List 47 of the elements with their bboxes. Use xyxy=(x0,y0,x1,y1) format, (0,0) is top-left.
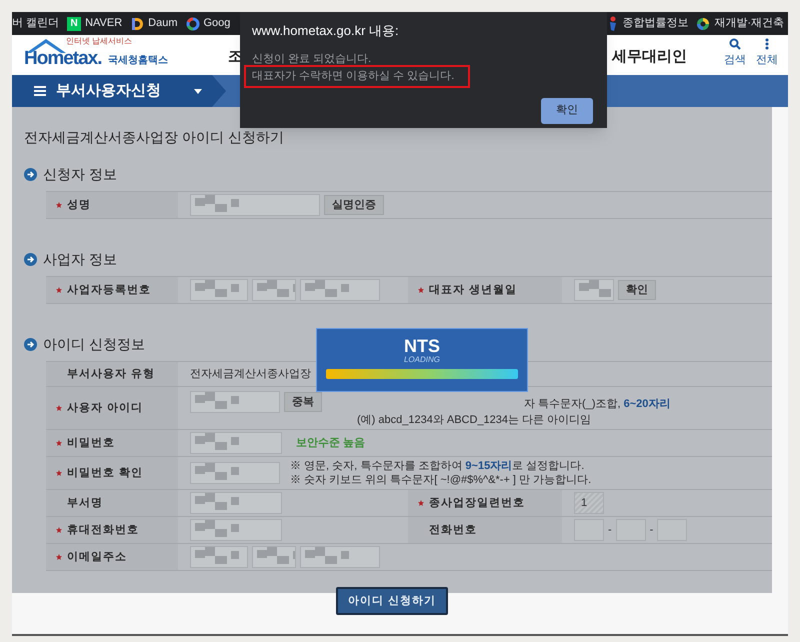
field-label: 대표자 생년월일 xyxy=(429,282,518,298)
section-title: 아이디 신청정보 xyxy=(43,335,145,354)
logo-korean-text: 국세청홈택스 xyxy=(108,54,168,68)
bookmark-link[interactable]: 종합법률정보 xyxy=(622,15,688,32)
bookmark-link[interactable]: 재개발·재건축 xyxy=(714,15,784,32)
hint-text: (예) abcd_1234와 ABCD_1234는 다른 아이디임 xyxy=(357,413,592,427)
field-label: 사용자 아이디 xyxy=(67,400,144,416)
ok-button[interactable]: 확인 xyxy=(541,98,593,124)
bookmark-link[interactable]: Goog xyxy=(204,15,230,32)
all-menu-button[interactable]: 전체 xyxy=(756,38,778,68)
bookmark-link[interactable]: Daum xyxy=(148,15,178,32)
section-title: 신청자 정보 xyxy=(43,165,117,184)
field-label: 사업자등록번호 xyxy=(67,282,151,298)
bookmark-link[interactable]: NAVER xyxy=(85,15,122,32)
field-label: 이메일주소 xyxy=(67,550,127,565)
dialog-message: 신청이 완료 되었습니다. xyxy=(252,52,372,66)
separator-text: - xyxy=(650,522,654,538)
field-label: 휴대전화번호 xyxy=(67,522,139,538)
hint-text: ※ 영문, 숫자, 특수문자를 조합하여 9~15자리로 설정합니다. xyxy=(290,459,586,473)
field-label: 성명 xyxy=(67,198,91,213)
section-title: 사업자 정보 xyxy=(43,250,117,269)
dialog-message: 대표자가 수락하면 이용하실 수 있습니다. xyxy=(246,67,468,86)
field-label: 비밀번호 xyxy=(67,436,115,451)
field-label: 종사업장일련번호 xyxy=(429,496,525,511)
field-label: 전화번호 xyxy=(429,522,477,538)
logo-text: Hometax. xyxy=(24,49,102,68)
field-value: 전자세금계산서종사업장 xyxy=(190,366,311,382)
loading-caption: LOADING xyxy=(404,355,440,365)
field-label: 부서명 xyxy=(67,496,103,511)
hint-text: ※ 숫자 키보드 위의 특수문자[ ~!@#$%^&*-+ ] 만 가능합니다. xyxy=(290,473,592,487)
field-label: 부서사용자 유형 xyxy=(67,366,156,382)
naver-logo-icon: N xyxy=(67,16,82,30)
search-button[interactable]: 검색 xyxy=(724,38,746,68)
menu-item[interactable]: 세무대리인 xyxy=(612,46,687,68)
submit-button[interactable]: 아이디 신청하기 xyxy=(336,587,448,615)
security-level-text: 보안수준 높음 xyxy=(296,436,366,451)
field-label: 비밀번호 확인 xyxy=(67,466,144,481)
action-button[interactable]: 확인 xyxy=(618,280,656,300)
action-button[interactable]: 중복 xyxy=(284,392,322,412)
page-title: 전자세금계산서종사업장 아이디 신청하기 xyxy=(24,128,285,147)
separator-text: - xyxy=(608,522,612,538)
loading-logo-text: NTS xyxy=(404,337,440,355)
hint-text: 자 특수문자(_)조합, 6~20자리 xyxy=(524,397,672,411)
dialog-title: www.hometax.go.kr 내용: xyxy=(252,22,400,40)
action-button[interactable]: 실명인증 xyxy=(324,195,384,215)
logo-tagline: 인터넷 납세서비스 xyxy=(66,36,132,48)
bookmark-link[interactable]: 버 캘린더 xyxy=(12,15,60,32)
